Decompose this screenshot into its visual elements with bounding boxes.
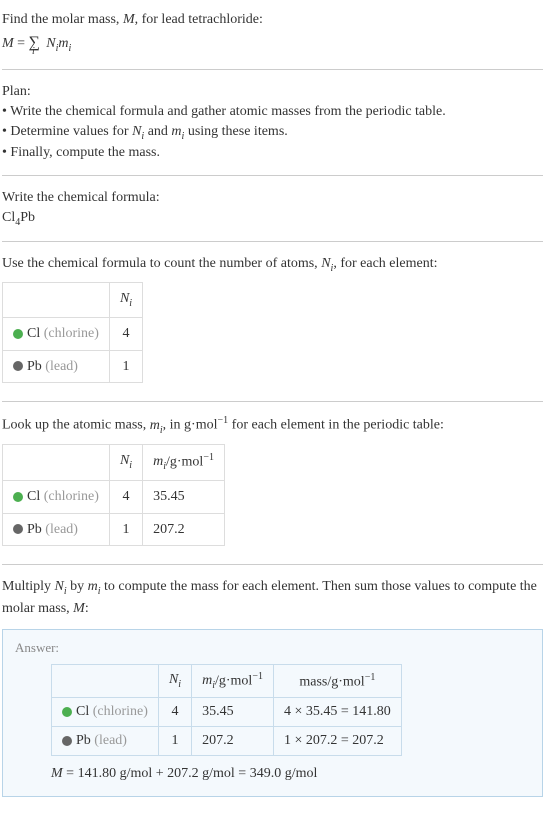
table-header-row: Ni mi/g·mol−1 mass/g·mol−1 [52,664,402,697]
table-row: Pb (lead) 1 207.2 [3,513,225,546]
header-blank [52,664,159,697]
multiply-title: Multiply Ni by mi to compute the mass fo… [2,577,543,618]
divider [2,69,543,70]
count-title: Use the chemical formula to count the nu… [2,254,543,276]
formula-section: Write the chemical formula: Cl4Pb [2,182,543,235]
element-cell: Pb (lead) [3,350,110,383]
divider [2,401,543,402]
answer-box: Answer: Ni mi/g·mol−1 mass/g·mol−1 Cl (c… [2,629,543,797]
header-mass: mass/g·mol−1 [273,664,401,697]
element-cell: Pb (lead) [52,727,159,756]
element-cell: Pb (lead) [3,513,110,546]
answer-label: Answer: [15,640,530,656]
answer-table: Ni mi/g·mol−1 mass/g·mol−1 Cl (chlorine)… [51,664,402,756]
element-dot-icon [62,707,72,717]
mi-cell: 35.45 [143,481,225,514]
mass-cell: 1 × 207.2 = 207.2 [273,727,401,756]
header-blank [3,444,110,480]
ni-cell: 1 [109,350,142,383]
ni-cell: 4 [109,481,142,514]
ni-cell: 4 [109,317,142,350]
answer-result: M = 141.80 g/mol + 207.2 g/mol = 349.0 g… [51,766,530,782]
element-dot-icon [62,736,72,746]
header-mi: mi/g·mol−1 [143,444,225,480]
header-ni: Ni [109,283,142,318]
header-mi: mi/g·mol−1 [192,664,274,697]
plan-item3: • Finally, compute the mass. [2,143,543,163]
mass-cell: 4 × 35.45 = 141.80 [273,698,401,727]
divider [2,241,543,242]
element-cell: Cl (chlorine) [52,698,159,727]
header-ni: Ni [109,444,142,480]
count-section: Use the chemical formula to count the nu… [2,248,543,395]
intro-formula: M = ∑i Nimi [2,32,543,56]
formula-title: Write the chemical formula: [2,188,543,208]
count-table: Ni Cl (chlorine) 4 Pb (lead) 1 [2,282,143,383]
table-row: Cl (chlorine) 4 [3,317,143,350]
divider [2,564,543,565]
intro-section: Find the molar mass, M, for lead tetrach… [2,4,543,63]
mi-cell: 35.45 [192,698,274,727]
element-dot-icon [13,361,23,371]
mi-cell: 207.2 [192,727,274,756]
element-cell: Cl (chlorine) [3,317,110,350]
table-header-row: Ni [3,283,143,318]
element-dot-icon [13,492,23,502]
plan-title: Plan: [2,82,543,102]
element-dot-icon [13,329,23,339]
table-row: Cl (chlorine) 4 35.45 4 × 35.45 = 141.80 [52,698,402,727]
ni-cell: 1 [109,513,142,546]
header-blank [3,283,110,318]
element-cell: Cl (chlorine) [3,481,110,514]
chemical-formula: Cl4Pb [2,208,543,230]
mass-table: Ni mi/g·mol−1 Cl (chlorine) 4 35.45 Pb (… [2,444,225,547]
divider [2,175,543,176]
plan-item1: • Write the chemical formula and gather … [2,102,543,122]
table-row: Pb (lead) 1 207.2 1 × 207.2 = 207.2 [52,727,402,756]
mass-title: Look up the atomic mass, mi, in g·mol−1 … [2,414,543,437]
table-row: Pb (lead) 1 [3,350,143,383]
header-ni: Ni [158,664,191,697]
mi-cell: 207.2 [143,513,225,546]
multiply-section: Multiply Ni by mi to compute the mass fo… [2,571,543,624]
element-dot-icon [13,524,23,534]
plan-item2: • Determine values for Ni and mi using t… [2,122,543,144]
ni-cell: 1 [158,727,191,756]
table-row: Cl (chlorine) 4 35.45 [3,481,225,514]
intro-line1: Find the molar mass, M, for lead tetrach… [2,10,543,30]
mass-section: Look up the atomic mass, mi, in g·mol−1 … [2,408,543,558]
ni-cell: 4 [158,698,191,727]
plan-section: Plan: • Write the chemical formula and g… [2,76,543,169]
table-header-row: Ni mi/g·mol−1 [3,444,225,480]
